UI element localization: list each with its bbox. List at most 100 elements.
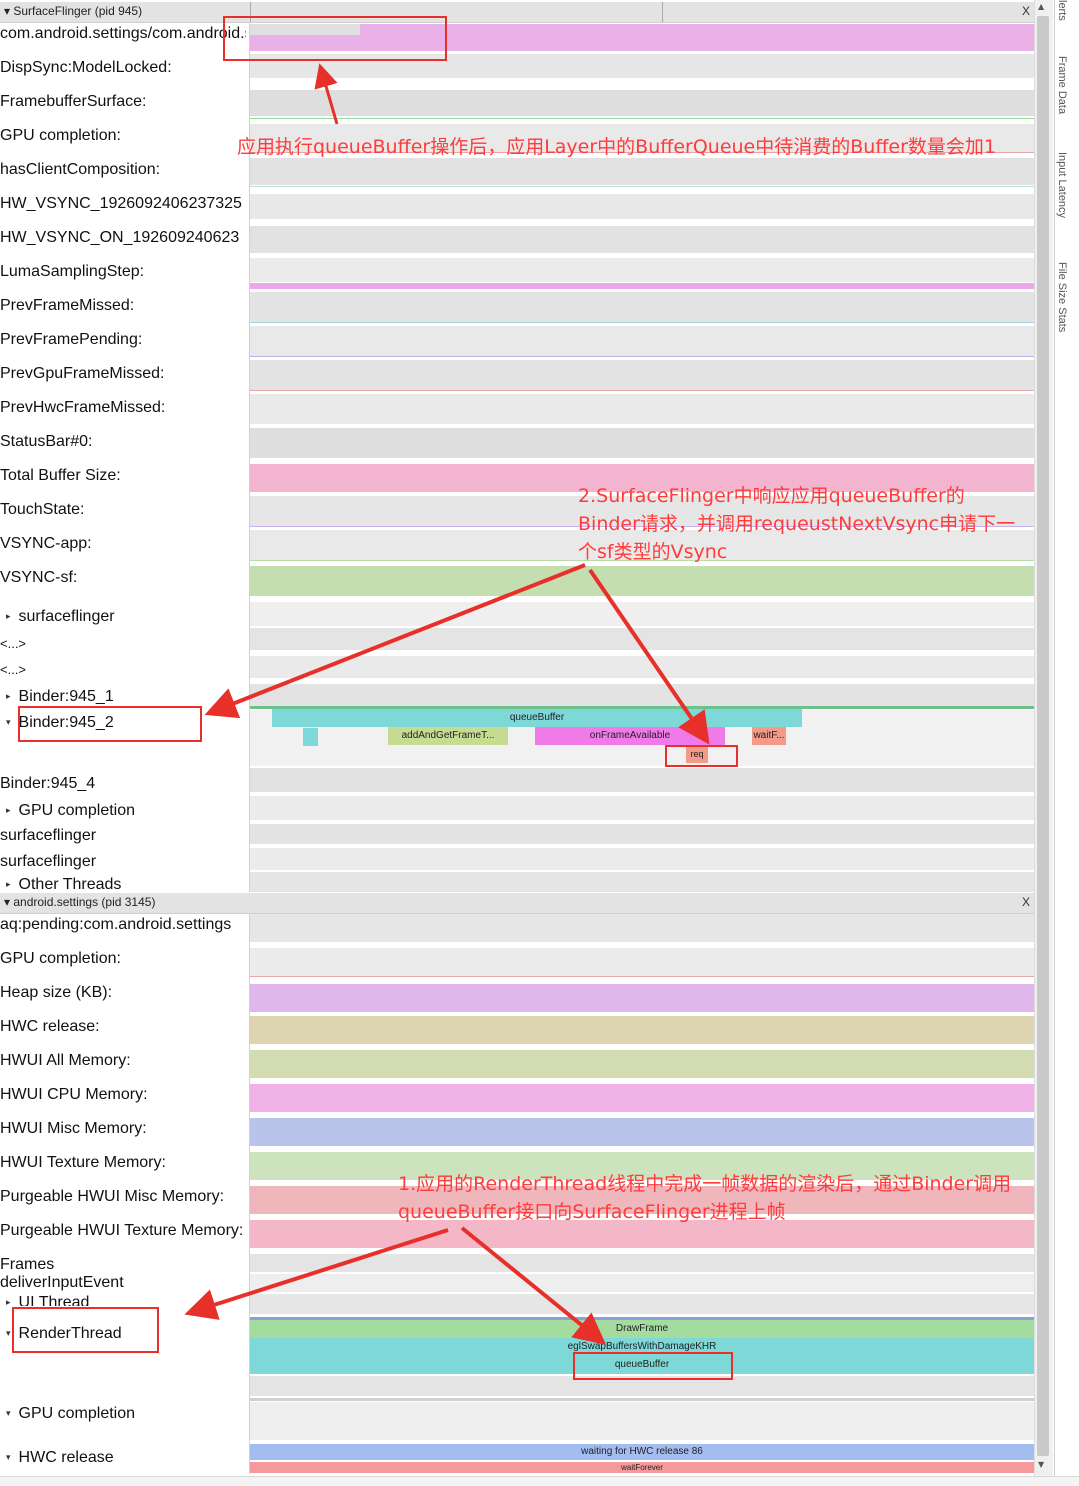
thread-label: surfaceflinger [0, 827, 97, 844]
slice-draw-frame[interactable]: DrawFrame [250, 1320, 1034, 1338]
thread-track[interactable] [250, 1294, 1034, 1314]
counter-track[interactable] [250, 226, 1034, 253]
counter-track[interactable] [250, 292, 1034, 322]
counter-track[interactable] [250, 90, 1034, 116]
counter-track[interactable] [250, 394, 1034, 424]
thread-label[interactable]: ▾ GPU completion [0, 1403, 246, 1424]
side-tab-frame-data[interactable]: Frame Data [1056, 56, 1068, 114]
thread-track[interactable] [250, 684, 1034, 706]
annotation-note: 2.SurfaceFlinger中响应应用queueBuffer的Binder请… [578, 485, 1016, 563]
chevron-up-icon[interactable]: ▲ [1038, 2, 1044, 11]
highlight-box [223, 16, 447, 61]
slice[interactable] [303, 728, 318, 746]
thread-track[interactable] [250, 1274, 1034, 1292]
thread-label: Frames [0, 1256, 55, 1273]
thread-track[interactable] [250, 824, 1034, 844]
counter-track[interactable] [250, 1050, 1034, 1078]
expand-icon[interactable]: ▸ [6, 1297, 11, 1306]
process-title: ▾ SurfaceFlinger (pid 945) [4, 4, 143, 18]
counter-track[interactable] [250, 1118, 1034, 1146]
side-tab-file-size-stats[interactable]: File Size Stats [1056, 262, 1068, 332]
track-label: Purgeable HWUI Misc Memory: [0, 1188, 225, 1205]
track-label: Purgeable HWUI Texture Memory: [0, 1222, 244, 1239]
expand-icon[interactable]: ▸ [6, 611, 11, 621]
counter-line [250, 186, 1034, 187]
counter-track[interactable] [250, 258, 1034, 282]
thread-track[interactable] [250, 796, 1034, 820]
counter-track[interactable] [250, 1084, 1034, 1112]
surfaceflinger-process-header[interactable]: ▾ SurfaceFlinger (pid 945) X [0, 2, 1034, 23]
counter-track[interactable] [250, 1016, 1034, 1044]
close-process-button[interactable]: X [1022, 4, 1030, 18]
thread-track[interactable] [250, 848, 1034, 870]
thread-label: deliverInputEvent [0, 1274, 124, 1291]
annotation-note: 1.应用的RenderThread线程中完成一帧数据的渲染后，通过Binder调… [398, 1173, 1012, 1223]
thread-label[interactable]: ▸ Binder:945_1 [0, 686, 246, 707]
thread-label[interactable]: ▸ UI Thread [0, 1292, 246, 1306]
track-label: Heap size (KB): [0, 984, 113, 1001]
expand-icon[interactable]: ▸ [6, 691, 11, 701]
slice-add-and-get-frame-timestamps[interactable]: addAndGetFrameT... [388, 727, 508, 745]
collapse-icon[interactable]: ▾ [6, 1328, 11, 1338]
side-panel-divider [1054, 0, 1055, 1476]
counter-track[interactable] [250, 360, 1034, 390]
counter-track[interactable] [250, 194, 1034, 219]
slice-waitf[interactable]: waitF... [752, 727, 786, 745]
counter-track[interactable] [250, 984, 1034, 1012]
thread-track-marker [250, 1398, 1034, 1401]
counter-track[interactable] [250, 158, 1034, 185]
counter-track[interactable] [250, 566, 1034, 596]
thread-label: Binder:945_4 [0, 775, 96, 792]
track-label: HW_VSYNC_ON_192609240623 [0, 229, 240, 246]
track-label: hasClientComposition: [0, 161, 161, 178]
thread-track[interactable] [250, 1254, 1034, 1272]
side-tab-input-latency[interactable]: Input Latency [1056, 152, 1068, 218]
track-label: HWUI Texture Memory: [0, 1154, 166, 1171]
counter-line [250, 118, 1034, 119]
thread-label[interactable]: ▸ surfaceflinger [0, 606, 246, 627]
expand-icon[interactable]: ▸ [6, 805, 11, 815]
track-label: PrevFrameMissed: [0, 297, 135, 314]
highlight-box [12, 1307, 159, 1353]
track-label: PrevFramePending: [0, 331, 143, 348]
track-label: com.android.settings/com.android.setting… [0, 25, 246, 42]
thread-track[interactable] [250, 628, 1034, 650]
counter-line [250, 322, 1034, 323]
track-label: FramebufferSurface: [0, 93, 147, 110]
scrollbar-thumb[interactable] [1037, 16, 1049, 1456]
highlight-box [18, 706, 202, 742]
track-label: VSYNC-sf: [0, 569, 78, 586]
thread-track[interactable] [250, 1402, 1034, 1440]
track-label: PrevHwcFrameMissed: [0, 399, 166, 416]
slice-on-frame-available[interactable]: onFrameAvailable [535, 727, 725, 745]
slice-waiting-for-hwc-release[interactable]: waiting for HWC release 86 [250, 1444, 1034, 1460]
thread-label: surfaceflinger [0, 853, 97, 870]
app-process-header[interactable]: ▾ android.settings (pid 3145) X [0, 893, 1034, 914]
thread-label: <...> [0, 636, 27, 651]
collapse-icon[interactable]: ▾ [6, 1408, 11, 1418]
thread-track[interactable] [250, 768, 1034, 792]
counter-track[interactable] [250, 283, 1034, 289]
counter-track[interactable] [250, 948, 1034, 976]
thread-track[interactable] [250, 872, 1034, 892]
slice-wait-forever[interactable]: waitForever [250, 1462, 1034, 1473]
collapse-icon[interactable]: ▾ [6, 1452, 11, 1462]
collapse-icon[interactable]: ▾ [6, 717, 11, 727]
thread-track[interactable] [250, 656, 1034, 678]
side-tab-alerts[interactable]: lerts [1056, 0, 1068, 21]
highlight-box [573, 1352, 733, 1380]
thread-track[interactable] [250, 602, 1034, 626]
thread-label[interactable]: ▸ Other Threads [0, 874, 246, 895]
track-label: HWUI Misc Memory: [0, 1120, 147, 1137]
counter-track[interactable] [250, 428, 1034, 458]
close-process-button[interactable]: X [1022, 895, 1030, 909]
chevron-down-icon[interactable]: ▼ [1038, 1460, 1044, 1469]
track-label: HWC release: [0, 1018, 100, 1035]
expand-icon[interactable]: ▸ [6, 879, 11, 889]
thread-label[interactable]: ▸ GPU completion [0, 800, 246, 821]
counter-track[interactable] [250, 326, 1034, 356]
counter-track[interactable] [250, 914, 1034, 942]
track-label: HW_VSYNC_1926092406237325 [0, 195, 242, 212]
thread-label[interactable]: ▾ HWC release [0, 1447, 246, 1468]
slice-queuebuffer[interactable]: queueBuffer [272, 709, 802, 727]
